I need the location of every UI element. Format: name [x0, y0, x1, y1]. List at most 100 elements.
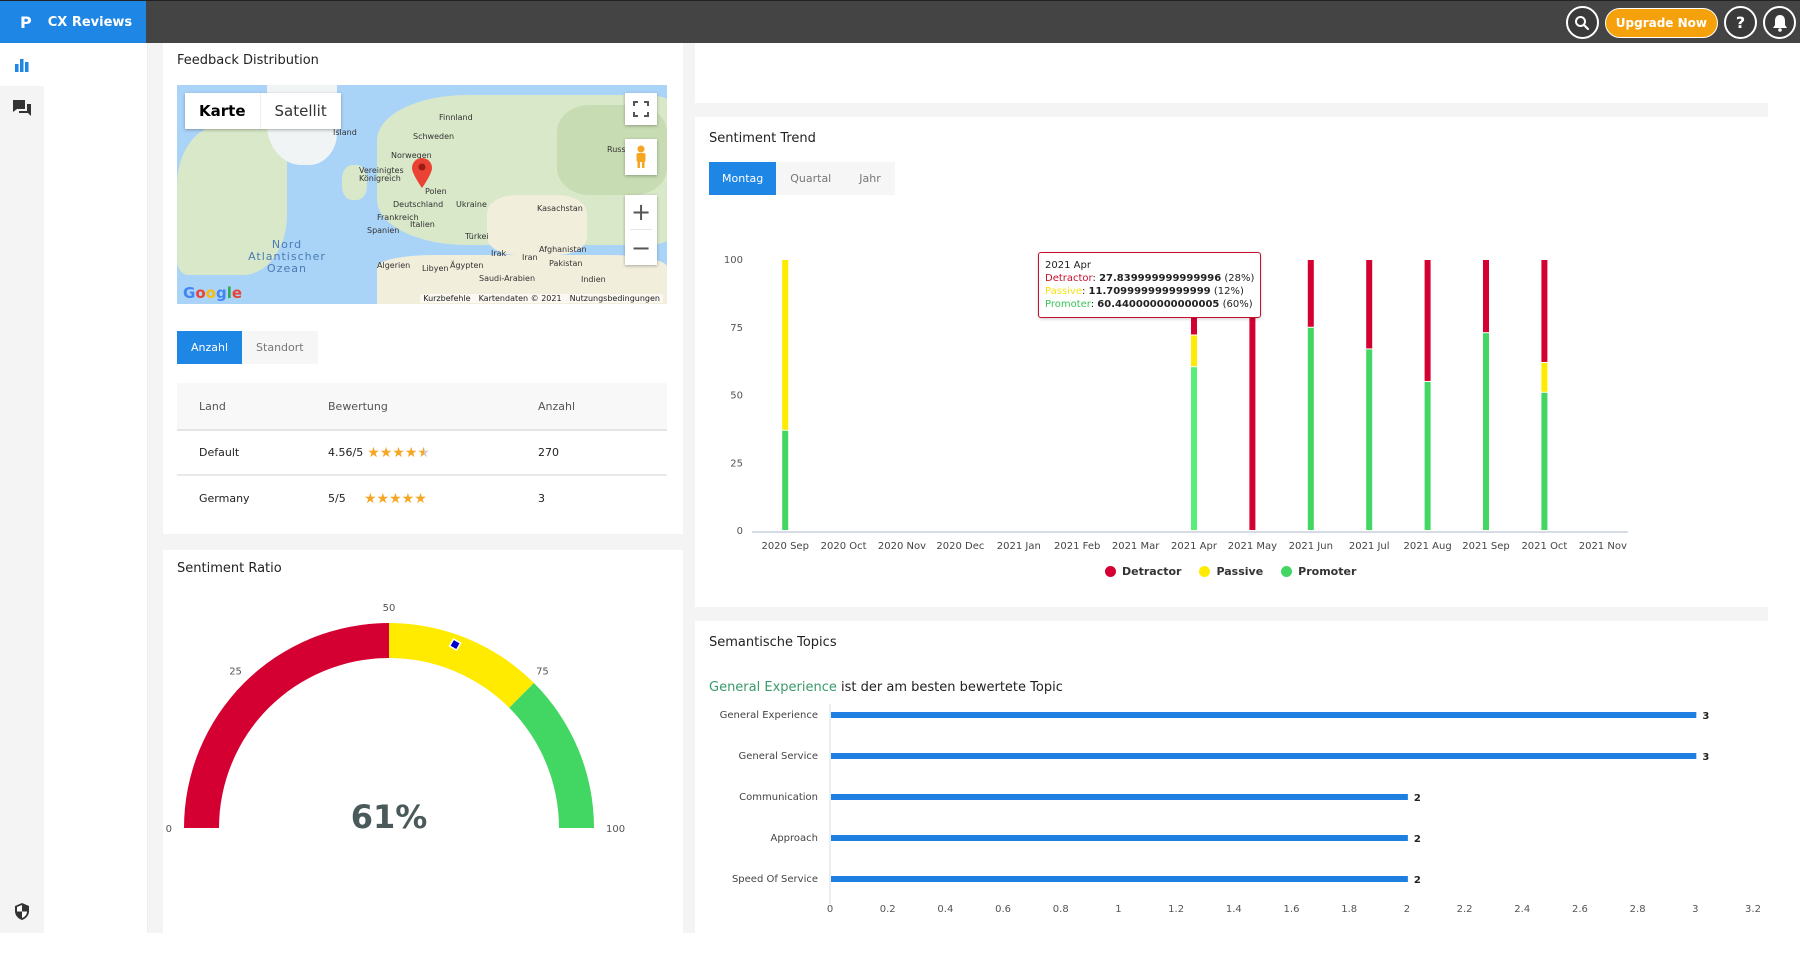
category-label: Speed Of Service — [732, 874, 818, 885]
search-button[interactable] — [1565, 6, 1599, 39]
x-tick-label: 2021 Jun — [1289, 541, 1333, 552]
map-type-karte[interactable]: Karte — [185, 93, 261, 129]
top-right-card — [695, 43, 1800, 103]
x-tick-label: 0.6 — [995, 904, 1011, 915]
map-type-satellit[interactable]: Satellit — [261, 93, 341, 129]
legend-dot-icon — [1105, 566, 1116, 577]
topic-bar — [831, 712, 1697, 718]
x-tick-label: 2020 Nov — [878, 541, 926, 552]
chart-legend: Detractor Passive Promoter — [1105, 565, 1356, 578]
zoom-in-button[interactable]: + — [630, 195, 652, 230]
map-label: Iran — [522, 253, 538, 262]
gauge-tick-label: 75 — [536, 667, 549, 678]
help-button[interactable]: ? — [1724, 6, 1757, 39]
pegman-icon — [636, 145, 646, 168]
bar-segment-passive — [1541, 362, 1548, 392]
bar-segment-detractor — [1424, 260, 1431, 381]
cell-anzahl: 3 — [538, 492, 545, 505]
feedback-distribution-card: Feedback Distribution Karte Satellit Fin… — [163, 43, 683, 534]
y-tick-label: 25 — [730, 458, 743, 469]
x-tick-label: 2020 Oct — [821, 541, 867, 552]
table-row[interactable]: Germany 5/5 ★★★★★ 3 — [177, 476, 667, 521]
legend-dot-icon — [1199, 566, 1211, 577]
tab-quartal[interactable]: Quartal — [776, 162, 845, 195]
x-tick-label: 2021 Apr — [1171, 541, 1218, 552]
best-topic-summary: General Experience ist der am besten bew… — [709, 680, 1063, 695]
fullscreen-button[interactable] — [625, 93, 657, 125]
star-rating-icon: ★★★★★ — [364, 490, 427, 507]
cell-anzahl: 270 — [538, 446, 559, 459]
header-land: Land — [199, 399, 226, 413]
rating-text: 5/5 — [328, 492, 346, 505]
category-label: Approach — [770, 833, 818, 844]
tooltip-title: 2021 Apr — [1045, 260, 1091, 271]
legend-item-detractor[interactable]: Detractor — [1105, 565, 1181, 578]
x-tick-label: 2.4 — [1514, 904, 1530, 915]
map-label: Algerien — [377, 261, 411, 270]
map-label: Pakistan — [549, 259, 583, 268]
brand[interactable]: P CX Reviews — [0, 1, 146, 44]
right-edge — [1768, 43, 1800, 933]
sentiment-trend-card: Sentiment Trend Montag Quartal Jahr 0 25 5… — [695, 117, 1800, 607]
x-tick-label: 2.8 — [1630, 904, 1646, 915]
x-tick-label: 2021 Feb — [1054, 541, 1100, 552]
sidebar-item-security[interactable] — [0, 890, 44, 933]
x-tick-label: 2021 Nov — [1579, 541, 1627, 552]
map-label: Deutschland — [393, 200, 444, 209]
top-actions: Upgrade Now ? — [1565, 6, 1796, 39]
x-tick-label: 2021 Jul — [1349, 541, 1390, 552]
tab-anzahl[interactable]: Anzahl — [177, 331, 243, 364]
x-tick-label: 0.2 — [880, 904, 896, 915]
country-table: Land Bewertung Anzahl Default 4.56/5 ★★★… — [177, 383, 667, 521]
map-label: Irak — [491, 249, 507, 258]
star-rating-icon: ★★★★★ — [367, 444, 430, 461]
bell-icon — [1772, 14, 1787, 32]
x-tick-label: 2021 May — [1228, 541, 1277, 552]
map-terms-link[interactable]: Nutzungsbedingungen — [570, 294, 660, 303]
x-tick-label: 1.2 — [1168, 904, 1184, 915]
map-label: Türkei — [465, 232, 489, 241]
map-label: Saudi-Arabien — [479, 274, 536, 283]
tab-montag[interactable]: Montag — [709, 162, 777, 195]
cell-land: Default — [199, 446, 240, 459]
bar-segment-passive — [782, 260, 789, 430]
notifications-button[interactable] — [1763, 6, 1796, 39]
data-label: 2 — [1414, 875, 1421, 886]
x-tick-label: 2021 Mar — [1112, 541, 1160, 552]
x-tick-label: 2021 Sep — [1462, 541, 1509, 552]
map[interactable]: Karte Satellit Finnland Island Schweden … — [177, 85, 667, 304]
x-tick-label: 0.8 — [1053, 904, 1069, 915]
legend-item-passive[interactable]: Passive — [1199, 565, 1263, 578]
map-data-attribution: Kartendaten © 2021 — [478, 294, 562, 303]
data-label: 2 — [1414, 834, 1421, 845]
topic-bar — [831, 876, 1408, 882]
map-label: Kasachstan — [537, 204, 583, 213]
map-label: Afghanistan — [539, 245, 587, 254]
tab-jahr[interactable]: Jahr — [845, 162, 894, 195]
x-tick-label: 2 — [1404, 904, 1410, 915]
header-bewertung: Bewertung — [328, 399, 388, 413]
map-marker-icon[interactable] — [411, 157, 433, 189]
sentiment-ratio-card: Sentiment Ratio 0 25 50 75 100 61% — [163, 550, 683, 933]
tab-standort[interactable]: Standort — [242, 331, 318, 364]
brand-name: CX Reviews — [47, 15, 133, 30]
fullscreen-icon — [633, 101, 649, 117]
bar-segment-promoter — [1541, 392, 1548, 530]
map-type-toggle: Karte Satellit — [185, 93, 341, 129]
upgrade-now-button[interactable]: Upgrade Now — [1604, 7, 1718, 38]
zoom-out-button[interactable]: − — [631, 230, 651, 265]
x-tick-label: 3.2 — [1745, 904, 1761, 915]
category-label: Communication — [739, 792, 818, 803]
gauge-tick-label: 50 — [383, 603, 396, 614]
legend-item-promoter[interactable]: Promoter — [1281, 565, 1356, 578]
sidebar-item-dashboard[interactable] — [0, 43, 44, 86]
semantic-topics-chart: General Experience 3 General Service 3 Commu… — [720, 704, 1761, 915]
best-topic-name: General Experience — [709, 680, 837, 695]
gauge-tick-label: 0 — [166, 824, 172, 835]
map-shortcuts-link[interactable]: Kurzbefehle — [423, 294, 470, 303]
table-row[interactable]: Default 4.56/5 ★★★★★ 270 — [177, 431, 667, 476]
header-anzahl: Anzahl — [538, 399, 576, 413]
legend-dot-icon — [1281, 566, 1293, 577]
sidebar-item-reviews[interactable] — [0, 86, 44, 129]
street-view-button[interactable] — [625, 139, 657, 175]
